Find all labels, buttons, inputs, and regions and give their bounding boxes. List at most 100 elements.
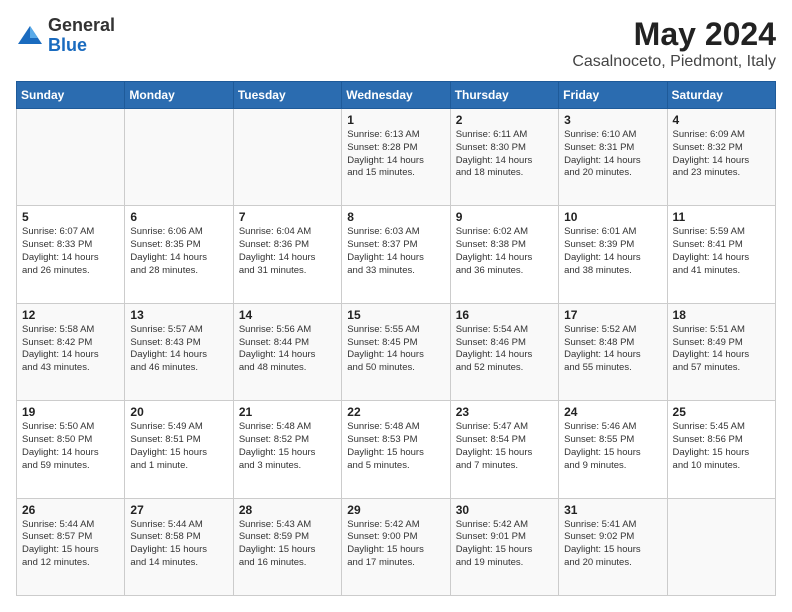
col-header-wednesday: Wednesday [342, 82, 450, 109]
calendar-cell: 7 Sunrise: 6:04 AM Sunset: 8:36 PM Daylig… [233, 206, 341, 303]
day-info: Sunrise: 6:02 AM Sunset: 8:38 PM Dayligh… [456, 226, 553, 277]
day-number: 27 [130, 503, 227, 517]
calendar-cell: 1Sunrise: 6:13 AM Sunset: 8:28 PM Daylig… [342, 109, 450, 206]
day-number: 2 [456, 113, 553, 127]
col-header-friday: Friday [559, 82, 667, 109]
day-info: Sunrise: 5:49 AM Sunset: 8:51 PM Dayligh… [130, 421, 227, 472]
day-number: 25 [673, 405, 770, 419]
calendar-cell: 8 Sunrise: 6:03 AM Sunset: 8:37 PM Daylig… [342, 206, 450, 303]
calendar-cell: 17 Sunrise: 5:52 AM Sunset: 8:48 PM Dayli… [559, 303, 667, 400]
day-info: Sunrise: 5:43 AM Sunset: 8:59 PM Dayligh… [239, 519, 336, 570]
calendar-cell: 21 Sunrise: 5:48 AM Sunset: 8:52 PM Dayli… [233, 401, 341, 498]
calendar-cell [125, 109, 233, 206]
logo-blue-text: Blue [48, 35, 87, 55]
day-number: 21 [239, 405, 336, 419]
day-number: 13 [130, 308, 227, 322]
day-info: Sunrise: 5:44 AM Sunset: 8:58 PM Dayligh… [130, 519, 227, 570]
day-number: 18 [673, 308, 770, 322]
day-number: 30 [456, 503, 553, 517]
calendar-cell: 10Sunrise: 6:01 AM Sunset: 8:39 PM Dayli… [559, 206, 667, 303]
calendar-cell: 18 Sunrise: 5:51 AM Sunset: 8:49 PM Dayli… [667, 303, 775, 400]
day-number: 10 [564, 210, 661, 224]
day-info: Sunrise: 5:59 AM Sunset: 8:41 PM Dayligh… [673, 226, 770, 277]
col-header-saturday: Saturday [667, 82, 775, 109]
day-number: 9 [456, 210, 553, 224]
day-number: 23 [456, 405, 553, 419]
calendar-cell: 20 Sunrise: 5:49 AM Sunset: 8:51 PM Dayli… [125, 401, 233, 498]
calendar-cell: 27 Sunrise: 5:44 AM Sunset: 8:58 PM Dayli… [125, 498, 233, 595]
calendar-cell: 3Sunrise: 6:10 AM Sunset: 8:31 PM Daylig… [559, 109, 667, 206]
calendar-cell: 31 Sunrise: 5:41 AM Sunset: 9:02 PM Dayli… [559, 498, 667, 595]
logo: General Blue [16, 16, 115, 56]
calendar-cell [17, 109, 125, 206]
day-info: Sunrise: 5:44 AM Sunset: 8:57 PM Dayligh… [22, 519, 119, 570]
day-info: Sunrise: 5:46 AM Sunset: 8:55 PM Dayligh… [564, 421, 661, 472]
day-number: 4 [673, 113, 770, 127]
calendar-cell: 24 Sunrise: 5:46 AM Sunset: 8:55 PM Dayli… [559, 401, 667, 498]
day-info: Sunrise: 5:42 AM Sunset: 9:00 PM Dayligh… [347, 519, 444, 570]
day-number: 31 [564, 503, 661, 517]
day-info: Sunrise: 5:58 AM Sunset: 8:42 PM Dayligh… [22, 324, 119, 375]
day-info: Sunrise: 5:42 AM Sunset: 9:01 PM Dayligh… [456, 519, 553, 570]
day-info: Sunrise: 5:48 AM Sunset: 8:53 PM Dayligh… [347, 421, 444, 472]
day-number: 20 [130, 405, 227, 419]
day-number: 16 [456, 308, 553, 322]
day-number: 15 [347, 308, 444, 322]
calendar-cell: 11 Sunrise: 5:59 AM Sunset: 8:41 PM Dayli… [667, 206, 775, 303]
calendar-cell: 6Sunrise: 6:06 AM Sunset: 8:35 PM Daylig… [125, 206, 233, 303]
day-number: 24 [564, 405, 661, 419]
day-number: 11 [673, 210, 770, 224]
day-info: Sunrise: 6:11 AM Sunset: 8:30 PM Dayligh… [456, 129, 553, 180]
day-info: Sunrise: 5:45 AM Sunset: 8:56 PM Dayligh… [673, 421, 770, 472]
day-number: 12 [22, 308, 119, 322]
day-info: Sunrise: 5:50 AM Sunset: 8:50 PM Dayligh… [22, 421, 119, 472]
location: Casalnoceto, Piedmont, Italy [572, 53, 776, 71]
week-row-2: 12 Sunrise: 5:58 AM Sunset: 8:42 PM Dayli… [17, 303, 776, 400]
week-row-3: 19 Sunrise: 5:50 AM Sunset: 8:50 PM Dayli… [17, 401, 776, 498]
day-number: 19 [22, 405, 119, 419]
col-header-sunday: Sunday [17, 82, 125, 109]
calendar-cell: 15 Sunrise: 5:55 AM Sunset: 8:45 PM Dayli… [342, 303, 450, 400]
day-number: 22 [347, 405, 444, 419]
calendar-cell: 25 Sunrise: 5:45 AM Sunset: 8:56 PM Dayli… [667, 401, 775, 498]
calendar-cell: 5 Sunrise: 6:07 AM Sunset: 8:33 PM Daylig… [17, 206, 125, 303]
day-info: Sunrise: 5:55 AM Sunset: 8:45 PM Dayligh… [347, 324, 444, 375]
calendar-cell: 28 Sunrise: 5:43 AM Sunset: 8:59 PM Dayli… [233, 498, 341, 595]
calendar-cell [667, 498, 775, 595]
calendar-cell: 19 Sunrise: 5:50 AM Sunset: 8:50 PM Dayli… [17, 401, 125, 498]
day-info: Sunrise: 6:07 AM Sunset: 8:33 PM Dayligh… [22, 226, 119, 277]
day-info: Sunrise: 5:48 AM Sunset: 8:52 PM Dayligh… [239, 421, 336, 472]
day-info: Sunrise: 5:56 AM Sunset: 8:44 PM Dayligh… [239, 324, 336, 375]
day-number: 5 [22, 210, 119, 224]
day-number: 14 [239, 308, 336, 322]
day-number: 28 [239, 503, 336, 517]
week-row-4: 26 Sunrise: 5:44 AM Sunset: 8:57 PM Dayli… [17, 498, 776, 595]
calendar-cell: 23Sunrise: 5:47 AM Sunset: 8:54 PM Dayli… [450, 401, 558, 498]
day-info: Sunrise: 6:09 AM Sunset: 8:32 PM Dayligh… [673, 129, 770, 180]
day-number: 8 [347, 210, 444, 224]
day-number: 17 [564, 308, 661, 322]
calendar-cell: 29Sunrise: 5:42 AM Sunset: 9:00 PM Dayli… [342, 498, 450, 595]
calendar-cell: 4 Sunrise: 6:09 AM Sunset: 8:32 PM Daylig… [667, 109, 775, 206]
day-number: 7 [239, 210, 336, 224]
week-row-0: 1Sunrise: 6:13 AM Sunset: 8:28 PM Daylig… [17, 109, 776, 206]
col-header-thursday: Thursday [450, 82, 558, 109]
logo-icon [16, 22, 44, 50]
col-header-tuesday: Tuesday [233, 82, 341, 109]
day-info: Sunrise: 5:41 AM Sunset: 9:02 PM Dayligh… [564, 519, 661, 570]
week-row-1: 5 Sunrise: 6:07 AM Sunset: 8:33 PM Daylig… [17, 206, 776, 303]
title-block: May 2024 Casalnoceto, Piedmont, Italy [572, 16, 776, 71]
day-info: Sunrise: 6:06 AM Sunset: 8:35 PM Dayligh… [130, 226, 227, 277]
day-info: Sunrise: 5:52 AM Sunset: 8:48 PM Dayligh… [564, 324, 661, 375]
day-info: Sunrise: 6:03 AM Sunset: 8:37 PM Dayligh… [347, 226, 444, 277]
calendar-cell: 30 Sunrise: 5:42 AM Sunset: 9:01 PM Dayli… [450, 498, 558, 595]
day-number: 1 [347, 113, 444, 127]
calendar-cell: 16 Sunrise: 5:54 AM Sunset: 8:46 PM Dayli… [450, 303, 558, 400]
day-info: Sunrise: 5:54 AM Sunset: 8:46 PM Dayligh… [456, 324, 553, 375]
day-info: Sunrise: 5:51 AM Sunset: 8:49 PM Dayligh… [673, 324, 770, 375]
day-info: Sunrise: 6:04 AM Sunset: 8:36 PM Dayligh… [239, 226, 336, 277]
calendar-cell: 13Sunrise: 5:57 AM Sunset: 8:43 PM Dayli… [125, 303, 233, 400]
day-number: 26 [22, 503, 119, 517]
calendar-cell [233, 109, 341, 206]
calendar-cell: 2 Sunrise: 6:11 AM Sunset: 8:30 PM Daylig… [450, 109, 558, 206]
